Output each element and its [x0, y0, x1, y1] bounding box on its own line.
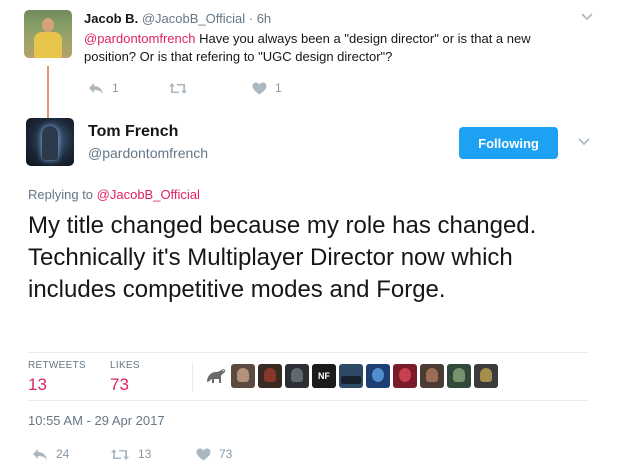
soldier-avatar[interactable] — [285, 364, 309, 388]
landscape-avatar[interactable] — [339, 364, 363, 388]
reply-button[interactable]: 1 — [88, 81, 168, 95]
chevron-down-icon[interactable] — [580, 12, 594, 22]
likes-stat[interactable]: LIKES 73 — [110, 360, 140, 396]
tweet-timestamp[interactable]: 10:55 AM - 29 Apr 2017 — [28, 412, 165, 430]
thread-connector — [47, 66, 49, 122]
reply-button[interactable]: 24 — [32, 447, 110, 461]
likes-label: LIKES — [110, 360, 140, 371]
avatar[interactable] — [26, 118, 74, 166]
like-button[interactable]: 73 — [196, 447, 232, 461]
divider — [28, 352, 588, 353]
nf-logo[interactable]: NF — [312, 364, 336, 388]
likes-value: 73 — [110, 375, 129, 394]
dinosaur-icon — [207, 369, 226, 383]
helmet-avatar[interactable] — [474, 364, 498, 388]
character-avatar[interactable] — [258, 364, 282, 388]
avatar-face — [426, 368, 438, 382]
main-action-bar: 24 13 73 — [32, 446, 232, 462]
retweet-count: 13 — [138, 447, 152, 461]
reply-count: 1 — [112, 81, 119, 95]
retweets-label: RETWEETS — [28, 360, 86, 371]
like-button[interactable]: 1 — [252, 81, 282, 95]
retweet-icon — [111, 448, 129, 460]
avatar-face — [264, 368, 276, 382]
following-button[interactable]: Following — [459, 127, 558, 159]
retweet-button[interactable] — [168, 82, 252, 95]
stats-separator — [192, 362, 193, 392]
avatar-face — [372, 368, 384, 382]
heart-icon — [196, 448, 211, 460]
like-count: 73 — [219, 447, 233, 461]
replying-prefix: Replying to — [28, 187, 97, 202]
reply-icon — [89, 82, 103, 94]
red-logo-avatar[interactable] — [393, 364, 417, 388]
reply-icon — [33, 448, 47, 460]
avatar-face — [237, 368, 249, 382]
avatar-face — [291, 368, 303, 382]
retweet-icon — [169, 82, 187, 94]
spartan-avatar[interactable] — [447, 364, 471, 388]
avatar-face — [399, 368, 411, 382]
blue-logo-avatar[interactable] — [366, 364, 390, 388]
parent-tweet[interactable]: Jacob B. @JacobB_Official · 6h @pardonto… — [24, 10, 604, 122]
mention-link[interactable]: @pardontomfrench — [84, 31, 195, 46]
like-count: 1 — [275, 81, 282, 95]
author-name[interactable]: Jacob B. — [84, 11, 138, 26]
author-name[interactable]: Tom French — [88, 122, 178, 142]
avatar-body — [34, 32, 62, 58]
chevron-down-icon[interactable] — [577, 137, 591, 147]
retweets-stat[interactable]: RETWEETS 13 — [28, 360, 86, 396]
separator-dot: · — [248, 11, 254, 26]
avatar-face — [341, 376, 361, 384]
dinosaur-icon[interactable] — [204, 364, 228, 388]
tweet-time[interactable]: 6h — [257, 11, 271, 26]
avatar-face — [453, 368, 465, 382]
heart-icon — [252, 82, 267, 94]
replying-to: Replying to @JacobB_Official — [28, 186, 200, 204]
mention-link[interactable]: @JacobB_Official — [97, 187, 200, 202]
reply-count: 24 — [56, 447, 70, 461]
avatar-figure — [42, 126, 58, 160]
fighter-avatar[interactable] — [420, 364, 444, 388]
parent-tweet-text: @pardontomfrench Have you always been a … — [84, 30, 584, 66]
avatar-face — [480, 368, 492, 382]
author-handle[interactable]: @JacobB_Official — [142, 11, 245, 26]
retweet-button[interactable]: 13 — [110, 447, 196, 461]
likers-avatars: NF — [204, 364, 498, 388]
tweet-text: My title changed because my role has cha… — [28, 212, 537, 303]
tweet-detail: Jacob B. @JacobB_Official · 6h @pardonto… — [0, 0, 627, 473]
divider — [28, 400, 588, 401]
parent-header: Jacob B. @JacobB_Official · 6h — [84, 10, 271, 28]
author-handle[interactable]: @pardontomfrench — [88, 144, 208, 162]
avatar-head — [42, 18, 54, 32]
parent-action-bar: 1 1 — [88, 80, 282, 96]
retweets-value: 13 — [28, 375, 47, 394]
avatar[interactable] — [24, 10, 72, 58]
person-avatar[interactable] — [231, 364, 255, 388]
